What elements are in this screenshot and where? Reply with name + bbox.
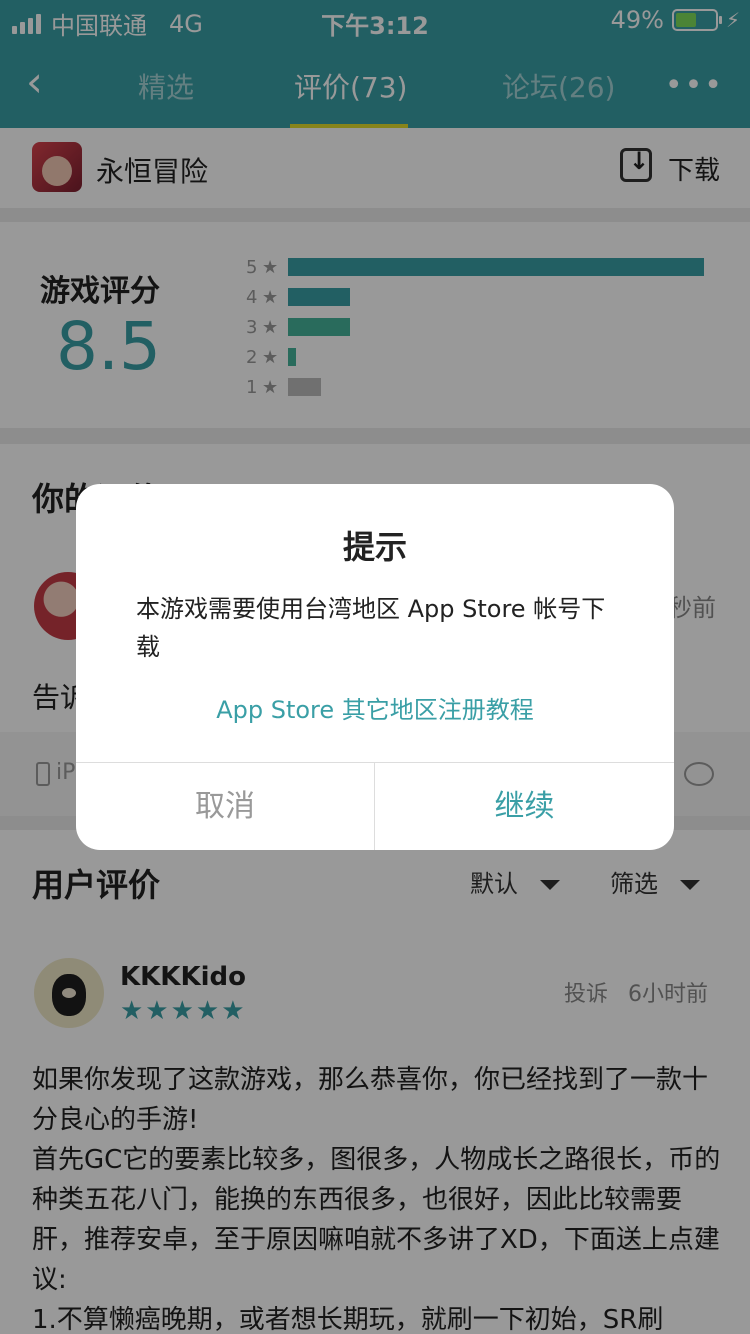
dialog-title: 提示 [342, 528, 407, 566]
register-tutorial-link[interactable]: App Store 其它地区注册教程 [76, 690, 674, 725]
cancel-button[interactable]: 取消 [76, 763, 374, 850]
continue-button[interactable]: 继续 [375, 763, 674, 850]
alert-dialog: 提示 本游戏需要使用台湾地区 App Store 帐号下载 App Store … [76, 484, 674, 850]
dialog-message: 本游戏需要使用台湾地区 App Store 帐号下载 [136, 595, 606, 661]
